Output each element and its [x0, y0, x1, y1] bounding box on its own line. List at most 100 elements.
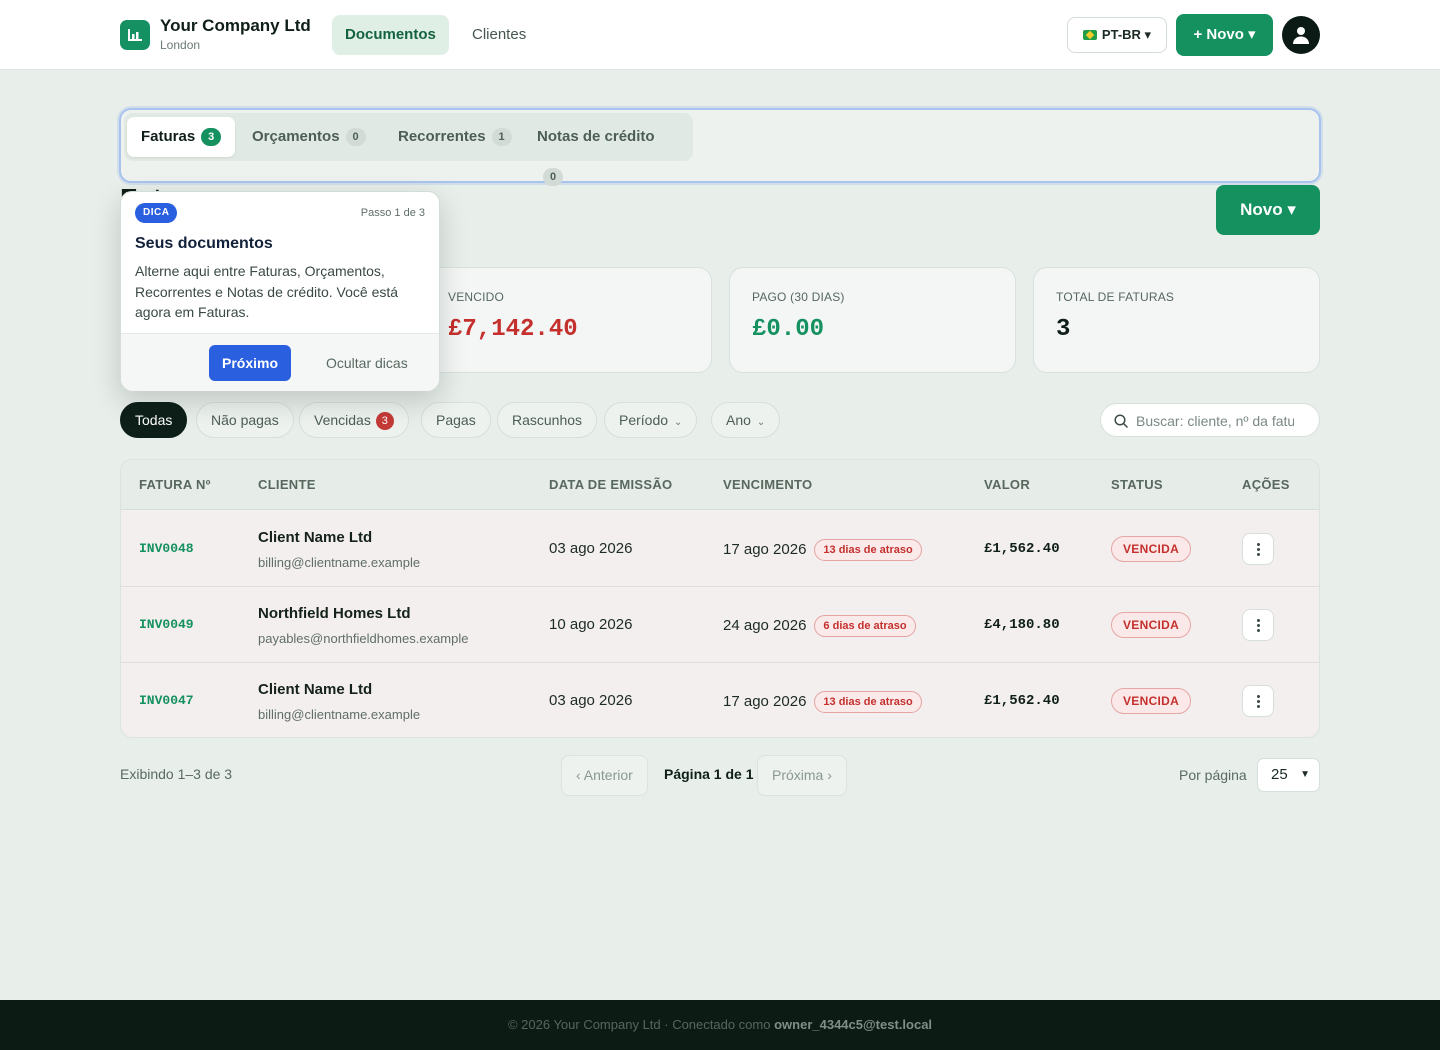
- column-header-number[interactable]: FATURA Nº: [139, 477, 211, 492]
- overdue-days-badge: 13 dias de atraso: [814, 539, 922, 561]
- language-selector[interactable]: PT-BR ▾: [1067, 17, 1167, 53]
- tour-popover: DICA Passo 1 de 3 Seus documentos Altern…: [120, 191, 440, 391]
- per-page-select[interactable]: 25 ▼: [1257, 758, 1320, 792]
- tour-footer: Próximo Ocultar dicas: [121, 333, 439, 391]
- new-document-button[interactable]: + Novo ▾: [1176, 14, 1273, 56]
- row-actions-menu-button[interactable]: [1242, 609, 1274, 641]
- tour-title: Seus documentos: [135, 235, 273, 252]
- footer-text: © 2026 Your Company Ltd · Conectado como: [507, 1017, 771, 1032]
- chevron-down-icon: ⌄: [674, 417, 683, 428]
- tab-faturas[interactable]: Faturas 3: [127, 117, 236, 157]
- tour-step-indicator: Passo 1 de 3: [360, 207, 425, 219]
- filter-pagas[interactable]: Pagas: [421, 402, 491, 438]
- company-location: London: [160, 38, 201, 52]
- invoice-amount: £4,180.80: [984, 617, 1060, 633]
- client-name: Northfield Homes Ltd: [258, 605, 411, 622]
- filter-periodo-dropdown[interactable]: Período ⌄: [604, 402, 698, 438]
- nav-tab-documentos[interactable]: Documentos: [332, 15, 449, 55]
- invoice-number-link[interactable]: INV0048: [139, 541, 194, 556]
- row-actions-menu-button[interactable]: [1242, 685, 1274, 717]
- client-name: Client Name Ltd: [258, 681, 373, 698]
- filter-ano-dropdown[interactable]: Ano ⌄: [711, 402, 781, 438]
- table-row[interactable]: INV0048 Client Name Ltd billing@clientna…: [121, 511, 1319, 587]
- filter-label: Ano: [726, 412, 751, 428]
- kebab-icon: [1257, 619, 1260, 622]
- filter-rascunhos[interactable]: Rascunhos: [497, 402, 598, 438]
- filter-todas[interactable]: Todas: [120, 402, 188, 438]
- column-header-amount[interactable]: VALOR: [984, 477, 1030, 492]
- next-page-button[interactable]: Próxima ›: [757, 755, 847, 796]
- document-tabs-highlight: Faturas 3 Orçamentos 0 Recorrentes 1 Notas …: [119, 108, 1321, 186]
- kebab-icon: [1257, 543, 1260, 546]
- column-header-client[interactable]: CLIENTE: [258, 477, 316, 492]
- row-actions-menu-button[interactable]: [1242, 533, 1274, 565]
- tab-notas-de-credito[interactable]: Notas de crédito 0: [523, 117, 693, 186]
- invoice-number-link[interactable]: INV0049: [139, 617, 194, 632]
- invoice-amount: £1,562.40: [984, 541, 1060, 557]
- stat-label: TOTAL DE FATURAS: [1056, 290, 1175, 304]
- column-header-status[interactable]: STATUS: [1111, 477, 1163, 492]
- tab-label: Recorrentes: [398, 128, 486, 145]
- tab-label: Notas de crédito: [537, 128, 655, 145]
- stat-card-total: TOTAL DE FATURAS 3: [1033, 267, 1320, 373]
- overdue-days-badge: 6 dias de atraso: [814, 615, 916, 637]
- stat-card-vencido: VENCIDO £7,142.40: [425, 267, 712, 373]
- filter-nao-pagas[interactable]: Não pagas: [196, 402, 294, 438]
- kebab-icon: [1257, 705, 1260, 708]
- kebab-icon: [1257, 624, 1260, 627]
- overdue-count-badge: 3: [375, 412, 394, 430]
- stat-value: 3: [1056, 316, 1071, 343]
- tab-count: 0: [345, 128, 366, 146]
- kebab-icon: [1257, 695, 1260, 698]
- status-badge: VENCIDA: [1111, 688, 1192, 714]
- issue-date: 03 ago 2026: [549, 540, 633, 557]
- tab-recorrentes[interactable]: Recorrentes 1: [384, 117, 526, 157]
- filter-vencidas[interactable]: Vencidas 3: [299, 402, 409, 438]
- per-page-value: 25: [1271, 766, 1288, 783]
- previous-page-button[interactable]: ‹ Anterior: [561, 755, 648, 796]
- filter-label: Vencidas: [314, 412, 371, 428]
- tour-next-button[interactable]: Próximo: [209, 345, 291, 381]
- due-date-cell: 17 ago 2026 13 dias de atraso: [723, 691, 922, 713]
- stat-label: VENCIDO: [448, 290, 505, 304]
- tab-label: Faturas: [141, 128, 196, 145]
- due-date: 24 ago 2026: [723, 617, 807, 634]
- language-label: PT-BR ▾: [1101, 27, 1152, 42]
- search-icon: [1114, 414, 1128, 428]
- stat-label: PAGO (30 DIAS): [752, 290, 845, 304]
- search-input[interactable]: [1136, 410, 1294, 432]
- new-invoice-button[interactable]: Novo ▾: [1216, 185, 1320, 235]
- tab-orcamentos[interactable]: Orçamentos 0: [238, 117, 380, 157]
- due-date: 17 ago 2026: [723, 693, 807, 710]
- kebab-icon: [1257, 548, 1260, 551]
- per-page-label: Por página: [1179, 767, 1247, 783]
- client-email: billing@clientname.example: [258, 707, 421, 722]
- table-row[interactable]: INV0047 Client Name Ltd billing@clientna…: [121, 663, 1319, 737]
- search-box: [1100, 403, 1320, 437]
- tour-body: Alterne aqui entre Faturas, Orçamentos, …: [135, 263, 399, 320]
- column-header-actions: AÇÕES: [1242, 477, 1290, 492]
- issue-date: 03 ago 2026: [549, 692, 633, 709]
- client-email: payables@northfieldhomes.example: [258, 631, 469, 646]
- company-logo-icon[interactable]: [120, 20, 150, 50]
- client-email: billing@clientname.example: [258, 555, 421, 570]
- chevron-down-icon: ⌄: [756, 417, 766, 428]
- hide-tips-button[interactable]: Ocultar dicas: [326, 355, 408, 371]
- kebab-icon: [1257, 700, 1260, 703]
- invoice-number-link[interactable]: INV0047: [139, 693, 194, 708]
- nav-tab-clientes[interactable]: Clientes: [459, 15, 539, 55]
- document-tabs: Faturas 3 Orçamentos 0 Recorrentes 1 Notas …: [124, 113, 693, 186]
- column-header-issue-date[interactable]: DATA DE EMISSÃO: [549, 477, 672, 492]
- footer-user: owner_4344c5@test.local: [774, 1017, 933, 1032]
- user-avatar[interactable]: [1282, 16, 1320, 54]
- tab-count: 0: [543, 168, 563, 186]
- due-date-cell: 17 ago 2026 13 dias de atraso: [723, 539, 922, 561]
- tab-label: Orçamentos: [252, 128, 340, 145]
- table-row[interactable]: INV0049 Northfield Homes Ltd payables@no…: [121, 587, 1319, 663]
- column-header-due-date[interactable]: VENCIMENTO: [723, 477, 812, 492]
- table-header: FATURA Nº CLIENTE DATA DE EMISSÃO VENCIM…: [121, 460, 1319, 510]
- status-badge: VENCIDA: [1111, 612, 1192, 638]
- client-name: Client Name Ltd: [258, 529, 373, 546]
- brazil-flag-icon: [1082, 30, 1097, 40]
- chevron-down-icon: ▼: [1300, 769, 1310, 780]
